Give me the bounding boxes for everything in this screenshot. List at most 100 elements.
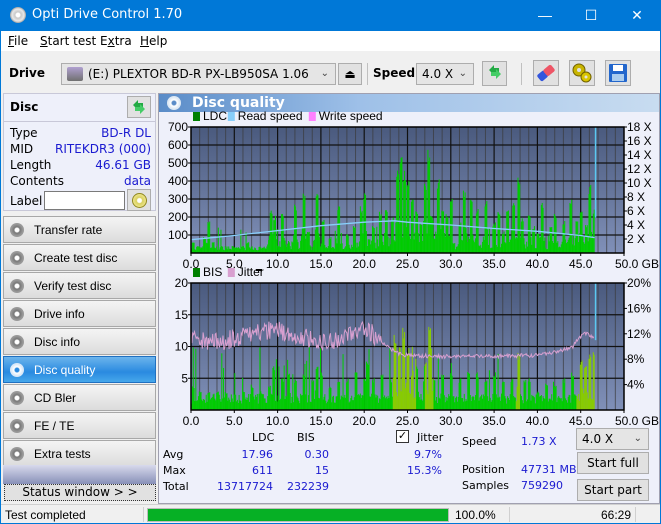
bis-bar <box>494 377 496 410</box>
bis-bar <box>516 386 518 410</box>
bis-bar <box>580 361 582 410</box>
bis-bar <box>326 401 328 410</box>
ldc-bar <box>300 235 302 253</box>
bis-bar <box>334 402 336 410</box>
y2-tick-label: 10 X <box>627 176 652 190</box>
ldc-bar <box>529 217 531 253</box>
x-tick-label: 40.0 <box>526 257 550 271</box>
bis-bar <box>473 396 475 410</box>
bis-bar <box>517 352 519 410</box>
ldc-bar <box>425 189 427 253</box>
ldc-bar <box>352 246 354 253</box>
ldc-bar <box>234 246 236 253</box>
chevron-down-icon: ⌄ <box>633 433 642 444</box>
bis-bar <box>272 367 274 410</box>
ldc-bar <box>566 242 568 253</box>
ldc-bar <box>468 236 470 253</box>
bis-bar <box>296 396 298 410</box>
bis-bar <box>569 395 571 410</box>
ldc-bar <box>292 242 294 253</box>
bis-bar <box>539 396 541 410</box>
bis-bar <box>248 394 250 410</box>
bis-bar <box>276 401 278 410</box>
bis-bar <box>565 398 567 410</box>
bis-bar <box>288 373 290 410</box>
bis-bar <box>526 401 528 410</box>
ldc-bar <box>281 214 283 253</box>
bis-bar <box>360 397 362 410</box>
bis-bar <box>370 396 372 410</box>
bis-bar <box>307 395 309 410</box>
legend-swatch <box>193 268 200 277</box>
bis-bar <box>264 398 266 410</box>
bis-bar <box>293 402 295 410</box>
ldc-bar <box>309 245 311 253</box>
bis-bar <box>470 401 472 410</box>
ldc-bar <box>355 242 357 253</box>
ldc-bar <box>466 233 468 253</box>
bis-bar <box>247 397 249 410</box>
bis-bar <box>450 363 452 410</box>
ldc-bar <box>335 238 337 253</box>
bis-bar <box>520 394 522 410</box>
ldc-bar <box>496 246 498 253</box>
ldc-bar <box>565 243 567 253</box>
jitter-checkbox[interactable]: ✓ <box>396 430 409 443</box>
ldc-bar <box>365 231 367 253</box>
bis-bar <box>511 379 513 410</box>
start-full-button[interactable]: Start full <box>577 452 649 474</box>
ldc-bar <box>254 247 256 253</box>
bis-bar <box>497 353 499 410</box>
ldc-bar <box>561 241 563 253</box>
ldc-bar <box>475 213 477 253</box>
bis-bar <box>306 360 308 410</box>
ldc-bar <box>444 236 446 253</box>
ldc-bar <box>232 246 234 253</box>
ldc-bar <box>301 227 303 253</box>
ldc-bar <box>293 235 295 253</box>
bis-bar <box>409 392 411 410</box>
bis-bar <box>498 397 500 410</box>
ldc-bar <box>508 242 510 253</box>
ldc-bar <box>414 232 416 253</box>
bis-bar <box>579 364 581 410</box>
ldc-bar <box>495 244 497 253</box>
ldc-bar <box>284 240 286 253</box>
bis-bar <box>192 347 194 410</box>
bis-bar <box>416 366 418 410</box>
bis-bar <box>467 371 469 410</box>
bis-bar <box>262 394 264 410</box>
ldc-bar <box>321 221 323 253</box>
bis-bar <box>577 399 579 410</box>
bis-bar <box>417 391 419 410</box>
bis-bar <box>357 394 359 410</box>
ldc-bar <box>241 246 243 253</box>
bis-bar <box>377 395 379 410</box>
bis-bar <box>349 401 351 410</box>
bis-bar <box>198 391 200 410</box>
bis-bar <box>412 370 414 410</box>
bis-bar <box>274 370 276 410</box>
bis-bar <box>528 378 530 410</box>
y-tick-label: 10 <box>175 340 189 354</box>
bis-bar <box>464 401 466 410</box>
bis-bar <box>344 394 346 410</box>
bis-bar <box>343 397 345 410</box>
bis-bar <box>520 396 522 410</box>
ldc-bar <box>286 246 288 253</box>
start-part-button[interactable]: Start part <box>577 479 649 501</box>
bis-bar <box>443 395 445 410</box>
ldc-bar <box>439 225 441 253</box>
ldc-bar <box>328 238 330 253</box>
status-text: Test completed <box>5 508 86 522</box>
ldc-bar <box>527 215 529 253</box>
bis-bar <box>339 399 341 410</box>
test-speed-select[interactable]: 4.0 X ⌄ <box>576 428 649 450</box>
bis-bar <box>397 396 399 410</box>
progress-percent: 100.0% <box>455 508 496 522</box>
bis-bar <box>545 383 547 410</box>
ldc-bar <box>287 240 289 253</box>
ldc-bar <box>428 161 430 253</box>
bis-bar <box>238 394 240 410</box>
ldc-bar <box>356 247 358 253</box>
